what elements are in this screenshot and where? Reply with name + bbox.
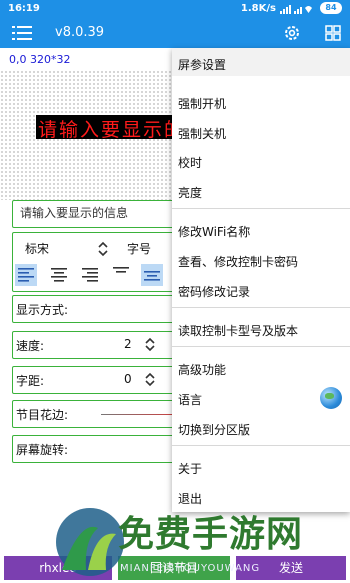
menu-item-about[interactable]: 关于 xyxy=(178,460,202,477)
align-center-icon[interactable] xyxy=(48,264,70,286)
watermark-subtext: MIANFEISHOUYOUWANG xyxy=(120,563,261,574)
menu-item-force-on[interactable]: 强制开机 xyxy=(178,95,226,112)
led-text: 请输入要显示的信息 xyxy=(38,119,176,139)
speed-stepper-icon[interactable] xyxy=(144,336,156,353)
speed-label: 速度: xyxy=(16,339,45,353)
align-right-icon[interactable] xyxy=(79,264,101,286)
menu-item-password-log[interactable]: 密码修改记录 xyxy=(178,283,250,300)
border-preview-line xyxy=(101,414,181,415)
status-time: 16:19 xyxy=(8,3,40,14)
list-menu-icon[interactable] xyxy=(12,25,32,41)
rotation-label: 屏幕旋转: xyxy=(16,443,69,457)
user-button[interactable]: rhxleo xyxy=(4,556,112,580)
menu-item-time-sync[interactable]: 校时 xyxy=(178,154,202,171)
spacing-value: 0 xyxy=(124,372,132,386)
app-version: v8.0.39 xyxy=(55,25,105,40)
gear-icon[interactable] xyxy=(283,24,301,42)
font-name[interactable]: 标宋 xyxy=(25,240,49,257)
settings-dropdown-menu: 屏参设置 强制开机 强制关机 校时 亮度 修改WiFi名称 查看、修改控制卡密码… xyxy=(172,48,350,512)
signal-wifi-icon xyxy=(280,5,312,14)
screen-coordinates: 0,0 320*32 xyxy=(9,53,71,66)
network-speed: 1.8K/s xyxy=(240,3,276,14)
align-top-icon[interactable] xyxy=(110,264,132,286)
menu-separator xyxy=(172,307,350,308)
watermark-text: 免费手游网 xyxy=(118,514,304,555)
display-mode-label: 显示方式: xyxy=(16,303,69,317)
spacing-row: 字距: 0 xyxy=(12,366,189,394)
font-size-label[interactable]: 字号 xyxy=(127,240,151,257)
globe-icon xyxy=(320,387,342,409)
menu-header[interactable]: 屏参设置 xyxy=(172,48,350,76)
menu-item-force-off[interactable]: 强制关机 xyxy=(178,125,226,142)
menu-item-partition[interactable]: 切换到分区版 xyxy=(178,421,250,438)
status-bar: 16:19 1.8K/s 84 xyxy=(0,0,350,18)
rotation-row[interactable]: 屏幕旋转: xyxy=(12,435,189,463)
menu-item-language[interactable]: 语言 xyxy=(178,391,202,408)
border-label: 节目花边: xyxy=(16,408,69,422)
battery-icon: 84 xyxy=(320,2,342,14)
grid-icon[interactable] xyxy=(325,25,341,41)
font-panel: 标宋 字号 xyxy=(12,232,189,292)
led-text-preview: 请输入要显示的信息 xyxy=(36,115,176,139)
menu-item-wifi-name[interactable]: 修改WiFi名称 xyxy=(178,223,250,240)
border-row[interactable]: 节目花边: xyxy=(12,400,189,428)
align-middle-icon[interactable] xyxy=(141,264,163,286)
chevron-updown-icon[interactable] xyxy=(97,241,109,257)
menu-separator xyxy=(172,445,350,446)
speed-value: 2 xyxy=(124,337,132,351)
speed-row: 速度: 2 xyxy=(12,331,189,359)
menu-item-screen-params[interactable]: 屏参设置 xyxy=(178,56,226,73)
spacing-stepper-icon[interactable] xyxy=(144,371,156,388)
menu-item-advanced[interactable]: 高级功能 xyxy=(178,361,226,378)
menu-separator xyxy=(172,346,350,347)
menu-separator xyxy=(172,208,350,209)
menu-item-card-password[interactable]: 查看、修改控制卡密码 xyxy=(178,253,298,270)
display-mode-row[interactable]: 显示方式: xyxy=(12,295,189,323)
message-input[interactable]: 请输入要显示的信息 xyxy=(12,200,189,228)
message-input-placeholder: 请输入要显示的信息 xyxy=(20,206,129,220)
spacing-label: 字距: xyxy=(16,374,45,388)
app-bar: v8.0.39 xyxy=(0,18,350,48)
menu-item-card-version[interactable]: 读取控制卡型号及版本 xyxy=(178,322,298,339)
menu-item-brightness[interactable]: 亮度 xyxy=(178,184,202,201)
align-left-icon[interactable] xyxy=(15,264,37,286)
